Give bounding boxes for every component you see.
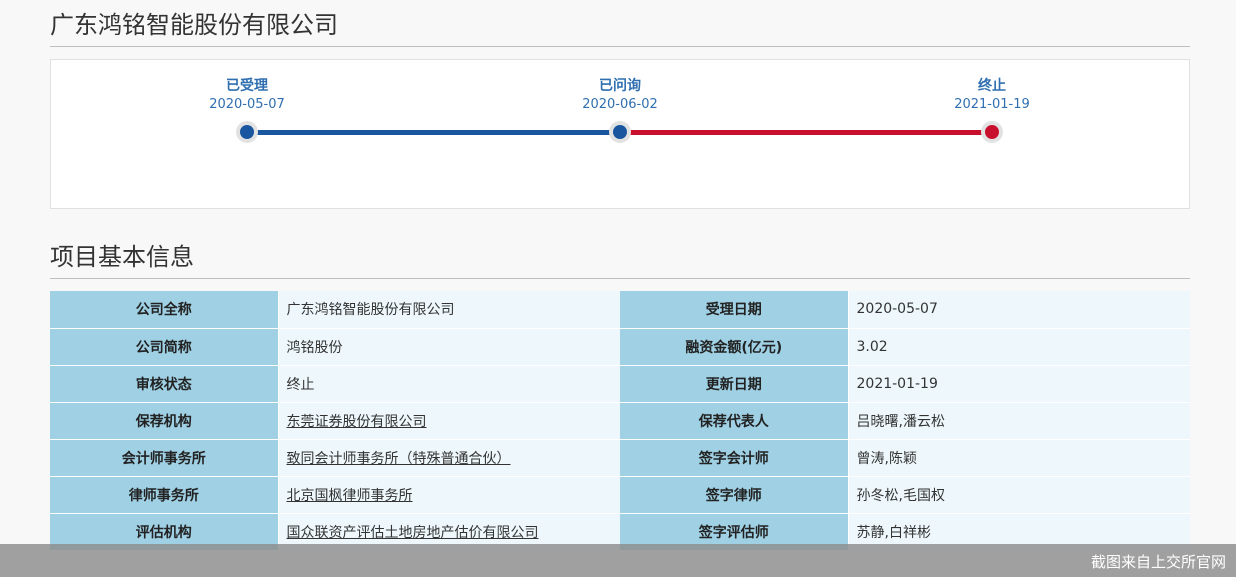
appraisal-firm-link[interactable]: 国众联资产评估土地房地产估价有限公司	[287, 525, 539, 541]
table-row: 会计师事务所 致同会计师事务所（特殊普通合伙） 签字会计师 曾涛,陈颖	[50, 439, 1190, 477]
step-status: 已受理	[226, 78, 268, 94]
step-accepted: 已受理 2020-05-07	[167, 76, 327, 114]
step-node-terminated	[981, 121, 1003, 143]
field-value: 孙冬松,毛国权	[848, 476, 1190, 514]
field-value: 2021-01-19	[848, 365, 1190, 403]
step-date: 2020-05-07	[209, 97, 285, 112]
field-label: 签字律师	[620, 476, 849, 514]
table-row: 公司全称 广东鸿铭智能股份有限公司 受理日期 2020-05-07	[50, 291, 1190, 329]
field-value: 广东鸿铭智能股份有限公司	[278, 291, 620, 329]
step-date: 2020-06-02	[582, 97, 658, 112]
field-value-link: 东莞证券股份有限公司	[278, 402, 620, 440]
law-firm-link[interactable]: 北京国枫律师事务所	[287, 488, 413, 504]
step-status: 已问询	[599, 78, 641, 94]
field-label: 更新日期	[620, 365, 849, 403]
step-inquired: 已问询 2020-06-02	[540, 76, 700, 114]
field-label: 签字会计师	[620, 439, 849, 477]
field-label: 保荐机构	[50, 402, 279, 440]
field-value-link: 北京国枫律师事务所	[278, 476, 620, 514]
field-label: 公司全称	[50, 291, 279, 329]
company-title: 广东鸿铭智能股份有限公司	[50, 10, 1190, 47]
step-node-inquired	[609, 121, 631, 143]
field-label: 融资金额(亿元)	[620, 328, 849, 366]
progress-line-completed	[247, 130, 620, 135]
progress-line-terminated	[620, 130, 992, 135]
table-row: 保荐机构 东莞证券股份有限公司 保荐代表人 吕晓曙,潘云松	[50, 402, 1190, 440]
table-row: 律师事务所 北京国枫律师事务所 签字律师 孙冬松,毛国权	[50, 476, 1190, 514]
accounting-firm-link[interactable]: 致同会计师事务所（特殊普通合伙）	[287, 451, 511, 467]
project-info-table: 公司全称 广东鸿铭智能股份有限公司 受理日期 2020-05-07 公司简称 鸿…	[50, 291, 1190, 551]
field-value-link: 致同会计师事务所（特殊普通合伙）	[278, 439, 620, 477]
field-label: 审核状态	[50, 365, 279, 403]
field-label: 公司简称	[50, 328, 279, 366]
field-label: 会计师事务所	[50, 439, 279, 477]
screenshot-caption: 截图来自上交所官网	[1090, 553, 1226, 571]
sponsor-link[interactable]: 东莞证券股份有限公司	[287, 414, 427, 430]
table-row: 公司简称 鸿铭股份 融资金额(亿元) 3.02	[50, 328, 1190, 366]
field-value: 2020-05-07	[848, 291, 1190, 329]
field-label: 保荐代表人	[620, 402, 849, 440]
step-status: 终止	[978, 78, 1006, 94]
field-value: 曾涛,陈颖	[848, 439, 1190, 477]
review-progress-timeline: 已受理 2020-05-07 已问询 2020-06-02 终止 2021-01…	[50, 59, 1190, 209]
table-row: 审核状态 终止 更新日期 2021-01-19	[50, 365, 1190, 403]
section-title-basic-info: 项目基本信息	[50, 242, 1190, 279]
field-value: 终止	[278, 365, 620, 403]
field-label: 律师事务所	[50, 476, 279, 514]
step-date: 2021-01-19	[954, 97, 1030, 112]
step-node-accepted	[236, 121, 258, 143]
field-label: 受理日期	[620, 291, 849, 329]
field-value: 吕晓曙,潘云松	[848, 402, 1190, 440]
field-value: 3.02	[848, 328, 1190, 366]
field-value: 鸿铭股份	[278, 328, 620, 366]
screenshot-caption-bar: 截图来自上交所官网	[0, 544, 1236, 577]
step-terminated: 终止 2021-01-19	[912, 76, 1072, 114]
